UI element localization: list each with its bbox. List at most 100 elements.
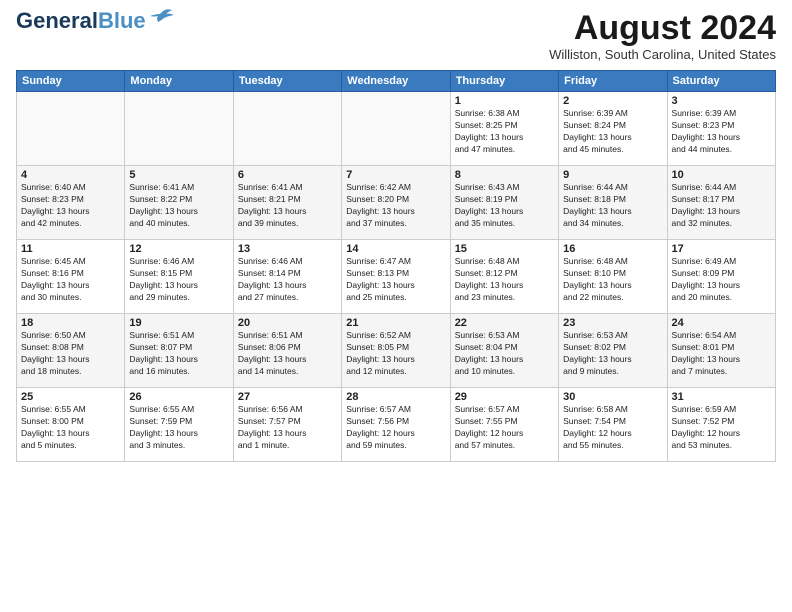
calendar-cell-w5-d7: 31Sunrise: 6:59 AM Sunset: 7:52 PM Dayli…	[667, 388, 775, 462]
day-number: 20	[238, 317, 337, 329]
title-block: August 2024 Williston, South Carolina, U…	[549, 10, 776, 62]
day-number: 29	[455, 391, 554, 403]
calendar-cell-w5-d5: 29Sunrise: 6:57 AM Sunset: 7:55 PM Dayli…	[450, 388, 558, 462]
day-info: Sunrise: 6:39 AM Sunset: 8:24 PM Dayligh…	[563, 108, 662, 156]
day-number: 6	[238, 169, 337, 181]
calendar-cell-w2-d7: 10Sunrise: 6:44 AM Sunset: 8:17 PM Dayli…	[667, 166, 775, 240]
calendar-cell-w5-d4: 28Sunrise: 6:57 AM Sunset: 7:56 PM Dayli…	[342, 388, 450, 462]
calendar-cell-w2-d4: 7Sunrise: 6:42 AM Sunset: 8:20 PM Daylig…	[342, 166, 450, 240]
day-number: 4	[21, 169, 120, 181]
day-number: 28	[346, 391, 445, 403]
logo: GeneralBlue	[16, 10, 176, 32]
day-info: Sunrise: 6:41 AM Sunset: 8:21 PM Dayligh…	[238, 182, 337, 230]
day-info: Sunrise: 6:46 AM Sunset: 8:15 PM Dayligh…	[129, 256, 228, 304]
day-number: 26	[129, 391, 228, 403]
day-number: 11	[21, 243, 120, 255]
calendar-cell-w5-d3: 27Sunrise: 6:56 AM Sunset: 7:57 PM Dayli…	[233, 388, 341, 462]
calendar-table: Sunday Monday Tuesday Wednesday Thursday…	[16, 70, 776, 462]
day-info: Sunrise: 6:45 AM Sunset: 8:16 PM Dayligh…	[21, 256, 120, 304]
day-number: 30	[563, 391, 662, 403]
calendar-cell-w4-d3: 20Sunrise: 6:51 AM Sunset: 8:06 PM Dayli…	[233, 314, 341, 388]
day-info: Sunrise: 6:39 AM Sunset: 8:23 PM Dayligh…	[672, 108, 771, 156]
calendar-cell-w3-d2: 12Sunrise: 6:46 AM Sunset: 8:15 PM Dayli…	[125, 240, 233, 314]
day-number: 13	[238, 243, 337, 255]
day-info: Sunrise: 6:59 AM Sunset: 7:52 PM Dayligh…	[672, 404, 771, 452]
day-number: 12	[129, 243, 228, 255]
calendar-body: 1Sunrise: 6:38 AM Sunset: 8:25 PM Daylig…	[17, 92, 776, 462]
calendar-cell-w3-d4: 14Sunrise: 6:47 AM Sunset: 8:13 PM Dayli…	[342, 240, 450, 314]
day-number: 17	[672, 243, 771, 255]
day-number: 19	[129, 317, 228, 329]
day-info: Sunrise: 6:53 AM Sunset: 8:04 PM Dayligh…	[455, 330, 554, 378]
calendar-cell-w2-d1: 4Sunrise: 6:40 AM Sunset: 8:23 PM Daylig…	[17, 166, 125, 240]
day-info: Sunrise: 6:48 AM Sunset: 8:10 PM Dayligh…	[563, 256, 662, 304]
calendar-cell-w3-d3: 13Sunrise: 6:46 AM Sunset: 8:14 PM Dayli…	[233, 240, 341, 314]
calendar-cell-w3-d6: 16Sunrise: 6:48 AM Sunset: 8:10 PM Dayli…	[559, 240, 667, 314]
calendar-cell-w1-d7: 3Sunrise: 6:39 AM Sunset: 8:23 PM Daylig…	[667, 92, 775, 166]
day-number: 1	[455, 95, 554, 107]
calendar-cell-w4-d6: 23Sunrise: 6:53 AM Sunset: 8:02 PM Dayli…	[559, 314, 667, 388]
calendar-cell-w4-d1: 18Sunrise: 6:50 AM Sunset: 8:08 PM Dayli…	[17, 314, 125, 388]
day-number: 23	[563, 317, 662, 329]
calendar-cell-w1-d2	[125, 92, 233, 166]
header-friday: Friday	[559, 71, 667, 92]
day-number: 15	[455, 243, 554, 255]
day-info: Sunrise: 6:38 AM Sunset: 8:25 PM Dayligh…	[455, 108, 554, 156]
day-info: Sunrise: 6:55 AM Sunset: 7:59 PM Dayligh…	[129, 404, 228, 452]
day-info: Sunrise: 6:44 AM Sunset: 8:17 PM Dayligh…	[672, 182, 771, 230]
day-number: 16	[563, 243, 662, 255]
calendar-cell-w4-d7: 24Sunrise: 6:54 AM Sunset: 8:01 PM Dayli…	[667, 314, 775, 388]
day-info: Sunrise: 6:49 AM Sunset: 8:09 PM Dayligh…	[672, 256, 771, 304]
day-info: Sunrise: 6:46 AM Sunset: 8:14 PM Dayligh…	[238, 256, 337, 304]
calendar-week-5: 25Sunrise: 6:55 AM Sunset: 8:00 PM Dayli…	[17, 388, 776, 462]
day-info: Sunrise: 6:55 AM Sunset: 8:00 PM Dayligh…	[21, 404, 120, 452]
calendar-cell-w3-d1: 11Sunrise: 6:45 AM Sunset: 8:16 PM Dayli…	[17, 240, 125, 314]
day-number: 18	[21, 317, 120, 329]
day-info: Sunrise: 6:50 AM Sunset: 8:08 PM Dayligh…	[21, 330, 120, 378]
header-thursday: Thursday	[450, 71, 558, 92]
calendar-cell-w1-d3	[233, 92, 341, 166]
header-row: Sunday Monday Tuesday Wednesday Thursday…	[17, 71, 776, 92]
calendar-week-2: 4Sunrise: 6:40 AM Sunset: 8:23 PM Daylig…	[17, 166, 776, 240]
calendar-cell-w4-d4: 21Sunrise: 6:52 AM Sunset: 8:05 PM Dayli…	[342, 314, 450, 388]
day-info: Sunrise: 6:41 AM Sunset: 8:22 PM Dayligh…	[129, 182, 228, 230]
header-sunday: Sunday	[17, 71, 125, 92]
day-info: Sunrise: 6:42 AM Sunset: 8:20 PM Dayligh…	[346, 182, 445, 230]
day-info: Sunrise: 6:53 AM Sunset: 8:02 PM Dayligh…	[563, 330, 662, 378]
calendar-cell-w3-d7: 17Sunrise: 6:49 AM Sunset: 8:09 PM Dayli…	[667, 240, 775, 314]
header-monday: Monday	[125, 71, 233, 92]
day-number: 3	[672, 95, 771, 107]
calendar-header: Sunday Monday Tuesday Wednesday Thursday…	[17, 71, 776, 92]
calendar-cell-w1-d1	[17, 92, 125, 166]
calendar-cell-w5-d2: 26Sunrise: 6:55 AM Sunset: 7:59 PM Dayli…	[125, 388, 233, 462]
calendar-week-4: 18Sunrise: 6:50 AM Sunset: 8:08 PM Dayli…	[17, 314, 776, 388]
calendar-cell-w2-d5: 8Sunrise: 6:43 AM Sunset: 8:19 PM Daylig…	[450, 166, 558, 240]
calendar-cell-w1-d5: 1Sunrise: 6:38 AM Sunset: 8:25 PM Daylig…	[450, 92, 558, 166]
day-info: Sunrise: 6:54 AM Sunset: 8:01 PM Dayligh…	[672, 330, 771, 378]
day-info: Sunrise: 6:57 AM Sunset: 7:56 PM Dayligh…	[346, 404, 445, 452]
day-info: Sunrise: 6:40 AM Sunset: 8:23 PM Dayligh…	[21, 182, 120, 230]
calendar-cell-w1-d4	[342, 92, 450, 166]
calendar-cell-w4-d2: 19Sunrise: 6:51 AM Sunset: 8:07 PM Dayli…	[125, 314, 233, 388]
header-wednesday: Wednesday	[342, 71, 450, 92]
day-info: Sunrise: 6:47 AM Sunset: 8:13 PM Dayligh…	[346, 256, 445, 304]
day-number: 25	[21, 391, 120, 403]
day-info: Sunrise: 6:56 AM Sunset: 7:57 PM Dayligh…	[238, 404, 337, 452]
header-tuesday: Tuesday	[233, 71, 341, 92]
month-title: August 2024	[549, 10, 776, 47]
day-info: Sunrise: 6:44 AM Sunset: 8:18 PM Dayligh…	[563, 182, 662, 230]
location-title: Williston, South Carolina, United States	[549, 47, 776, 62]
calendar-cell-w5-d1: 25Sunrise: 6:55 AM Sunset: 8:00 PM Dayli…	[17, 388, 125, 462]
day-number: 2	[563, 95, 662, 107]
header: GeneralBlue August 2024 Williston, South…	[16, 10, 776, 62]
calendar-cell-w2-d2: 5Sunrise: 6:41 AM Sunset: 8:22 PM Daylig…	[125, 166, 233, 240]
header-saturday: Saturday	[667, 71, 775, 92]
day-number: 27	[238, 391, 337, 403]
day-info: Sunrise: 6:57 AM Sunset: 7:55 PM Dayligh…	[455, 404, 554, 452]
day-number: 24	[672, 317, 771, 329]
day-number: 22	[455, 317, 554, 329]
calendar-week-3: 11Sunrise: 6:45 AM Sunset: 8:16 PM Dayli…	[17, 240, 776, 314]
day-number: 5	[129, 169, 228, 181]
calendar-cell-w4-d5: 22Sunrise: 6:53 AM Sunset: 8:04 PM Dayli…	[450, 314, 558, 388]
calendar-cell-w5-d6: 30Sunrise: 6:58 AM Sunset: 7:54 PM Dayli…	[559, 388, 667, 462]
